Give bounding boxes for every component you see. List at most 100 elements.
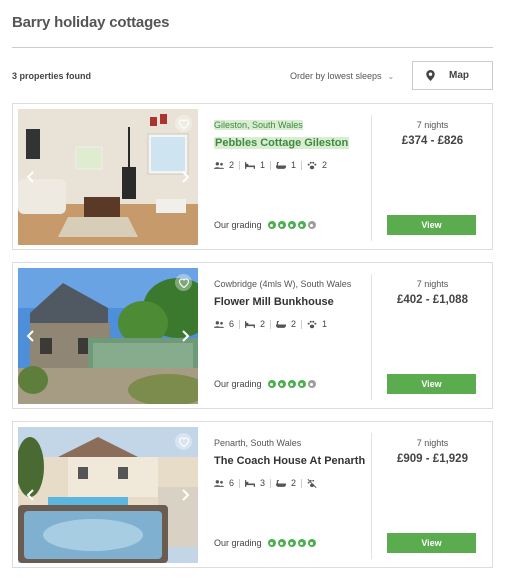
card-divider	[371, 115, 372, 241]
chevron-right-icon	[182, 171, 190, 183]
property-card: Cowbridge (4mls W), South Wales Flower M…	[12, 262, 493, 409]
chevron-left-icon	[26, 171, 34, 183]
favourite-button[interactable]	[175, 274, 192, 291]
property-photo[interactable]	[18, 109, 198, 245]
previous-photo-arrow[interactable]	[23, 487, 37, 503]
heart-icon	[178, 278, 189, 288]
sleeps-count: 6	[229, 478, 235, 488]
previous-photo-arrow[interactable]	[23, 169, 37, 185]
grading-dot-off	[307, 380, 316, 388]
bedrooms-count: 1	[260, 160, 266, 170]
feature-divider	[301, 160, 303, 170]
favourite-button[interactable]	[175, 433, 192, 450]
feature-divider	[270, 478, 272, 488]
property-grading: Our grading	[214, 379, 318, 389]
bathrooms-count: 2	[291, 319, 297, 329]
bed-icon	[245, 320, 256, 328]
property-location: Cowbridge (4mls W), South Wales	[214, 279, 352, 289]
nights-label: 7 nights	[416, 279, 449, 289]
view-button[interactable]: View	[387, 374, 476, 394]
grading-dot-on	[287, 221, 296, 229]
grading-dot-on	[307, 539, 316, 547]
grading-dot-off	[307, 221, 316, 229]
grading-dot-on	[297, 539, 306, 547]
next-photo-arrow[interactable]	[179, 328, 193, 344]
card-divider	[371, 274, 372, 400]
grading-label: Our grading	[214, 220, 262, 230]
bedrooms-feature: 1	[245, 160, 265, 170]
feature-divider	[239, 319, 241, 329]
bath-icon	[276, 479, 287, 487]
property-card: Gileston, South Wales Pebbles Cottage Gi…	[12, 103, 493, 250]
property-location: Gileston, South Wales	[214, 120, 303, 130]
property-name[interactable]: The Coach House At Penarth	[214, 455, 365, 467]
hot-tub-garden-image	[18, 427, 198, 563]
property-photo[interactable]	[18, 427, 198, 563]
bedrooms-feature: 2	[245, 319, 265, 329]
bedrooms-count: 2	[260, 319, 266, 329]
property-photo[interactable]	[18, 268, 198, 404]
map-pin-icon	[426, 70, 435, 81]
feature-divider	[239, 160, 241, 170]
bed-icon	[245, 479, 256, 487]
bath-icon	[276, 320, 287, 328]
feature-divider	[270, 319, 272, 329]
favourite-button[interactable]	[175, 115, 192, 132]
bathrooms-count: 2	[291, 478, 297, 488]
grading-dot-on	[297, 221, 306, 229]
grading-dot-on	[277, 221, 286, 229]
chevron-right-icon	[182, 489, 190, 501]
heart-icon	[178, 119, 189, 129]
feature-divider	[239, 478, 241, 488]
map-label: Map	[449, 70, 469, 81]
paw-icon	[307, 161, 317, 169]
bathrooms-count: 1	[291, 160, 297, 170]
order-label: Order by lowest sleeps	[290, 71, 382, 81]
chevron-left-icon	[26, 489, 34, 501]
grading-dot-on	[267, 539, 276, 547]
people-icon	[214, 161, 224, 169]
paw-icon	[307, 320, 317, 328]
grading-label: Our grading	[214, 538, 262, 548]
next-photo-arrow[interactable]	[179, 169, 193, 185]
sleeps-feature: 6	[214, 319, 234, 329]
sleeps-feature: 2	[214, 160, 234, 170]
pets-feature: 2	[307, 160, 327, 170]
pets-feature: 1	[307, 319, 327, 329]
bath-icon	[276, 161, 287, 169]
view-button[interactable]: View	[387, 533, 476, 553]
pets-count: 1	[322, 319, 328, 329]
bathrooms-feature: 2	[276, 478, 296, 488]
grading-dot-on	[297, 380, 306, 388]
property-name[interactable]: Flower Mill Bunkhouse	[214, 296, 334, 308]
cottage-interior-image	[18, 109, 198, 245]
card-divider	[371, 433, 372, 559]
grading-dot-on	[277, 539, 286, 547]
results-count: 3 properties found	[12, 71, 92, 81]
property-grading: Our grading	[214, 220, 318, 230]
view-button[interactable]: View	[387, 215, 476, 235]
grading-dot-on	[267, 221, 276, 229]
feature-divider	[301, 478, 303, 488]
property-name[interactable]: Pebbles Cottage Gileston	[214, 137, 350, 149]
no-pets-feature	[307, 478, 317, 488]
property-card: Penarth, South Wales The Coach House At …	[12, 421, 493, 568]
previous-photo-arrow[interactable]	[23, 328, 37, 344]
title-divider	[12, 47, 493, 48]
property-grading: Our grading	[214, 538, 318, 548]
bathrooms-feature: 1	[276, 160, 296, 170]
order-dropdown[interactable]: Order by lowest sleeps ⌄	[290, 71, 394, 81]
pets-count: 2	[322, 160, 328, 170]
no-pets-icon	[307, 478, 317, 488]
sleeps-feature: 6	[214, 478, 234, 488]
next-photo-arrow[interactable]	[179, 487, 193, 503]
stone-cottage-image	[18, 268, 198, 404]
price-range: £374 - £826	[401, 135, 464, 147]
nights-label: 7 nights	[416, 120, 449, 130]
bedrooms-feature: 3	[245, 478, 265, 488]
property-features: 2 1 1 2	[214, 160, 364, 170]
map-button[interactable]: Map	[412, 61, 493, 90]
price-range: £909 - £1,929	[397, 453, 468, 465]
chevron-down-icon: ⌄	[387, 71, 395, 81]
heart-icon	[178, 437, 189, 447]
